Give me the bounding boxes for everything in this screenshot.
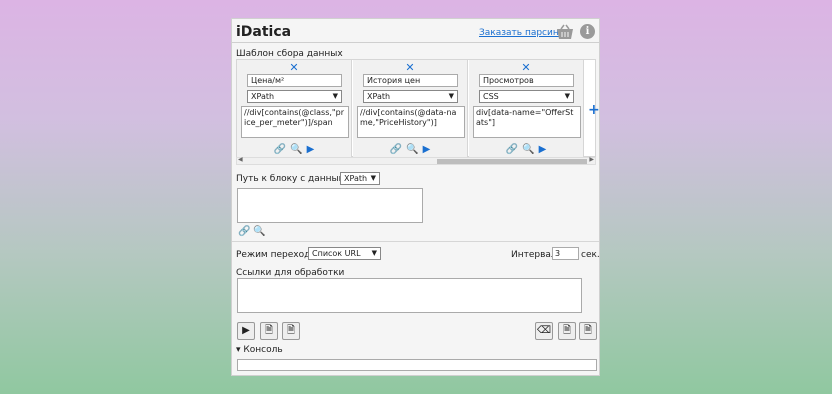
column-tools: 🔗 🔍 ▶ — [237, 144, 351, 155]
interval-unit: сек. — [581, 250, 600, 260]
block-method-value: XPath — [344, 174, 368, 183]
search-icon[interactable]: 🔍 — [406, 144, 418, 155]
block-path-input[interactable] — [237, 188, 423, 223]
export-file-button[interactable]: 🗎 — [260, 322, 278, 340]
search-icon[interactable]: 🔍 — [290, 144, 302, 155]
chevron-down-icon: ▼ — [371, 249, 377, 257]
column-name-input[interactable]: История цен — [363, 74, 458, 87]
link-icon[interactable]: 🔗 — [274, 144, 286, 155]
column-method-select[interactable]: XPath ▼ — [363, 90, 458, 103]
column-method-select[interactable]: XPath ▼ — [247, 90, 342, 103]
play-icon[interactable]: ▶ — [307, 144, 315, 155]
scrollbar-thumb[interactable] — [437, 159, 587, 164]
add-column-button[interactable]: + — [588, 102, 600, 118]
link-icon[interactable]: 🔗 — [506, 144, 518, 155]
column-expression-input[interactable]: div[data-name="OfferStats"] — [473, 106, 581, 138]
divider — [232, 241, 599, 242]
template-scrollbar[interactable]: ◀ ▶ — [236, 156, 596, 165]
delete-column-icon[interactable]: ✕ — [237, 61, 351, 74]
info-icon[interactable]: i — [580, 24, 595, 39]
template-label: Шаблон сбора данных — [236, 49, 343, 59]
link-icon[interactable]: 🔗 — [238, 226, 250, 237]
play-icon[interactable]: ▶ — [423, 144, 431, 155]
chevron-down-icon: ▼ — [448, 92, 454, 100]
links-input[interactable] — [237, 278, 582, 313]
column-method-value: XPath — [251, 92, 275, 101]
template-columns: ✕ Цена/м² XPath ▼ //div[contains(@class,"… — [236, 59, 600, 158]
search-icon[interactable]: 🔍 — [522, 144, 534, 155]
console-output — [237, 359, 597, 371]
links-label: Ссылки для обработки — [236, 268, 345, 278]
delete-column-icon[interactable]: ✕ — [469, 61, 583, 74]
play-icon[interactable]: ▶ — [539, 144, 547, 155]
template-column: ✕ Цена/м² XPath ▼ //div[contains(@class,"… — [237, 60, 352, 158]
template-column: ✕ Просмотров CSS ▼ div[data-name="OfferSt… — [469, 60, 584, 158]
import-file-button[interactable]: 🗎 — [558, 322, 576, 340]
column-tools: 🔗 🔍 ▶ — [353, 144, 467, 155]
search-icon[interactable]: 🔍 — [253, 226, 265, 237]
delete-column-icon[interactable]: ✕ — [353, 61, 467, 74]
start-button[interactable]: ▶ — [237, 322, 255, 340]
column-name-input[interactable]: Цена/м² — [247, 74, 342, 87]
block-method-select[interactable]: XPath ▼ — [340, 172, 380, 185]
column-method-value: XPath — [367, 92, 391, 101]
column-expression-input[interactable]: //div[contains(@data-name,"PriceHistory"… — [357, 106, 465, 138]
mode-select[interactable]: Список URL ▼ — [308, 247, 381, 260]
app-title: iDatica — [236, 24, 292, 40]
scroll-left-icon[interactable]: ◀ — [238, 156, 243, 163]
order-parsing-link[interactable]: Заказать парсинг — [479, 28, 563, 38]
chevron-down-icon: ▼ — [370, 174, 376, 182]
link-icon[interactable]: 🔗 — [390, 144, 402, 155]
basket-icon[interactable] — [556, 24, 574, 40]
chevron-down-icon: ▼ — [332, 92, 338, 100]
template-column: ✕ История цен XPath ▼ //div[contains(@dat… — [353, 60, 468, 158]
export-alt-button[interactable]: 🗎 — [282, 322, 300, 340]
column-expression-input[interactable]: //div[contains(@class,"price_per_meter")… — [241, 106, 349, 138]
block-path-label: Путь к блоку с данными — [236, 174, 352, 184]
chevron-down-icon: ▼ — [564, 92, 570, 100]
console-toggle[interactable]: ▾ Консоль — [236, 345, 283, 355]
mode-value: Список URL — [312, 249, 361, 258]
mode-label: Режим перехода — [236, 250, 316, 260]
column-name-input[interactable]: Просмотров — [479, 74, 574, 87]
app-panel: iDatica Заказать парсинг i Шаблон сбора … — [231, 18, 600, 376]
interval-label: Интервал — [511, 250, 557, 260]
column-tools: 🔗 🔍 ▶ — [469, 144, 583, 155]
eraser-button[interactable]: ⌫ — [535, 322, 553, 340]
column-method-select[interactable]: CSS ▼ — [479, 90, 574, 103]
header: iDatica Заказать парсинг i — [232, 19, 599, 43]
column-method-value: CSS — [483, 92, 499, 101]
scroll-right-icon[interactable]: ▶ — [589, 156, 594, 163]
interval-input[interactable]: 3 — [552, 247, 579, 260]
save-file-button[interactable]: 🗎 — [579, 322, 597, 340]
